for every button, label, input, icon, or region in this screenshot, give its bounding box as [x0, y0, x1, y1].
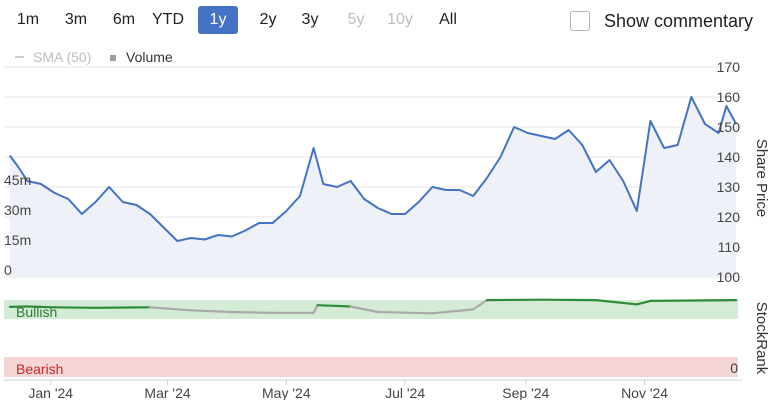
stockrank-segment — [230, 310, 274, 314]
stockrank-segment — [94, 306, 152, 309]
stockrank-segment — [376, 310, 434, 315]
volume-tick-label: 30m — [4, 202, 31, 218]
bearish-label: Bearish — [16, 361, 63, 377]
x-axis: Jan '24 Mar '24 May '24 Jul '24 Sep '24 Nov '… — [4, 379, 742, 400]
price-tick-label: 120 — [717, 209, 741, 225]
range-button-1m[interactable]: 1m — [8, 6, 48, 34]
range-button-10y: 10y — [387, 11, 413, 28]
stockrank-segment — [26, 305, 56, 309]
stockrank-segment — [53, 306, 97, 309]
volume-legend-marker — [110, 55, 116, 61]
x-tick-label: May '24 — [262, 385, 311, 400]
show-commentary-label: Show commentary — [604, 10, 754, 31]
range-button-all[interactable]: All — [428, 6, 468, 34]
x-tick-label: Nov '24 — [621, 385, 668, 400]
volume-tick-label: 15m — [4, 232, 31, 248]
stockrank-panel: BullishBearish 0 StockRank — [4, 298, 770, 377]
range-button-6m[interactable]: 6m — [104, 6, 144, 34]
sma-legend-label: SMA (50) — [33, 49, 91, 65]
stockrank-zero-label: 0 — [730, 360, 738, 376]
price-tick-label: 150 — [717, 119, 741, 135]
price-tick-label: 130 — [717, 179, 741, 195]
x-tick-label: Mar '24 — [144, 385, 190, 400]
volume-legend-label: Volume — [126, 49, 173, 65]
range-button-3m[interactable]: 3m — [56, 6, 96, 34]
price-tick-label: 100 — [717, 269, 741, 285]
chart-legend: SMA (50) Volume — [15, 49, 173, 65]
x-tick-label: Jul '24 — [385, 385, 425, 400]
x-tick-label: Sep '24 — [502, 385, 549, 400]
range-button-2y[interactable]: 2y — [248, 6, 288, 34]
stockrank-segment — [316, 304, 352, 308]
price-tick-label: 140 — [717, 149, 741, 165]
bearish-band — [4, 357, 738, 377]
price-tick-label: 110 — [718, 239, 741, 255]
share-price-chart: SMA (50) Volume 100 110 120 130 140 150 160 170 S… — [4, 49, 770, 400]
price-tick-label: 160 — [717, 89, 741, 105]
volume-tick-label: 45m — [4, 172, 31, 188]
show-commentary-checkbox[interactable] — [570, 11, 590, 31]
range-button-ytd[interactable]: YTD — [148, 6, 188, 34]
stockrank-segment — [649, 299, 738, 302]
range-button-1y[interactable]: 1y — [198, 6, 238, 34]
show-commentary-toggle[interactable]: Show commentary — [570, 8, 753, 34]
stockrank-axis-title: StockRank — [753, 302, 770, 375]
range-button-3y[interactable]: 3y — [290, 6, 330, 34]
share-price-axis-title: Share Price — [753, 139, 770, 217]
volume-tick-label: 0 — [4, 262, 12, 278]
price-tick-label: 170 — [717, 59, 741, 75]
x-tick-label: Jan '24 — [28, 385, 73, 400]
range-button-5y: 5y — [347, 11, 365, 28]
